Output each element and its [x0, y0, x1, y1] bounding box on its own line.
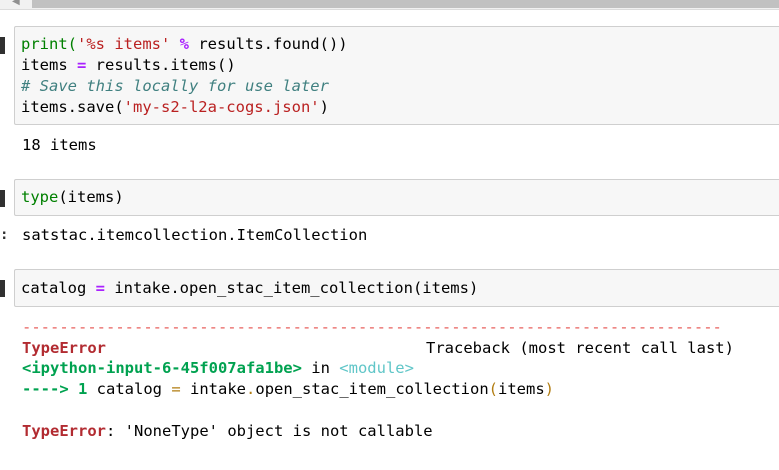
code-comment: # Save this locally for use later [21, 77, 329, 95]
code-line: type(items) [21, 187, 124, 208]
code-line: items.save('my-s2-l2a-cogs.json') [21, 97, 329, 118]
code-token: type [21, 188, 59, 206]
code-paren: ) [544, 380, 555, 398]
code-operator: = [95, 279, 105, 297]
code-cell-input[interactable]: catalog = intake.open_stac_item_collecti… [14, 269, 779, 307]
code-token: intake [180, 380, 247, 398]
cell-output: 18 items [22, 136, 97, 154]
code-token: intake.open_stac_item_collection(items) [105, 279, 479, 297]
traceback-separator: ----------------------------------------… [22, 318, 722, 336]
code-paren: ( [488, 380, 498, 398]
code-operator: % [170, 35, 199, 53]
error-type: TypeError [22, 422, 106, 440]
traceback-arrow: ----> [22, 380, 78, 398]
scroll-left-arrow-icon[interactable]: ◀ [12, 0, 26, 7]
output-prompt-marker: : [0, 227, 9, 243]
traceback-header: Traceback (most recent call last) [426, 339, 734, 357]
scrollbar-thumb[interactable] [32, 0, 779, 8]
code-token: ) [319, 98, 329, 116]
code-line: catalog = intake.open_stac_item_collecti… [21, 278, 478, 299]
code-token: catalog [21, 279, 96, 297]
code-line: items = results.items() [21, 55, 236, 76]
cell-output: satstac.itemcollection.ItemCollection [22, 226, 368, 244]
traceback-location: <ipython-input-6-45f007afa1be> in <modul… [22, 358, 414, 379]
code-operator: . [246, 380, 256, 398]
code-token: items.save( [21, 98, 124, 116]
module-ref: <module> [339, 359, 414, 377]
code-token: results.items() [86, 56, 236, 74]
traceback-line-number: 1 [78, 380, 88, 398]
code-token: catalog [87, 380, 172, 398]
cell-run-marker [0, 280, 5, 297]
code-cell-input[interactable]: print('%s items' % results.found()) item… [14, 26, 779, 125]
code-token: open_stac_item_collection [255, 380, 489, 398]
code-operator: = [77, 56, 87, 74]
horizontal-scrollbar[interactable]: ◀ [0, 0, 779, 10]
code-cell-input[interactable]: type(items) [14, 179, 779, 216]
ipython-input-ref: <ipython-input-6-45f007afa1be> [22, 359, 302, 377]
code-token: (items) [58, 188, 124, 206]
code-line: print('%s items' % results.found()) [21, 34, 348, 55]
traceback-in: in [301, 359, 340, 377]
code-string: 'my-s2-l2a-cogs.json' [123, 98, 320, 116]
code-token: items [21, 56, 77, 74]
code-token: results.found()) [198, 35, 348, 53]
code-token: print( [21, 35, 77, 53]
code-token: items [498, 380, 545, 398]
cell-run-marker [0, 190, 5, 207]
error-message: : 'NoneType' object is not callable [106, 422, 433, 440]
cell-run-marker [0, 37, 5, 54]
code-operator: = [171, 380, 181, 398]
error-type: TypeError [22, 339, 106, 357]
code-string: '%s items' [77, 35, 171, 53]
traceback-final-error: TypeError: 'NoneType' object is not call… [22, 421, 433, 442]
traceback-code-line: ----> 1 catalog = intake.open_stac_item_… [22, 379, 554, 400]
